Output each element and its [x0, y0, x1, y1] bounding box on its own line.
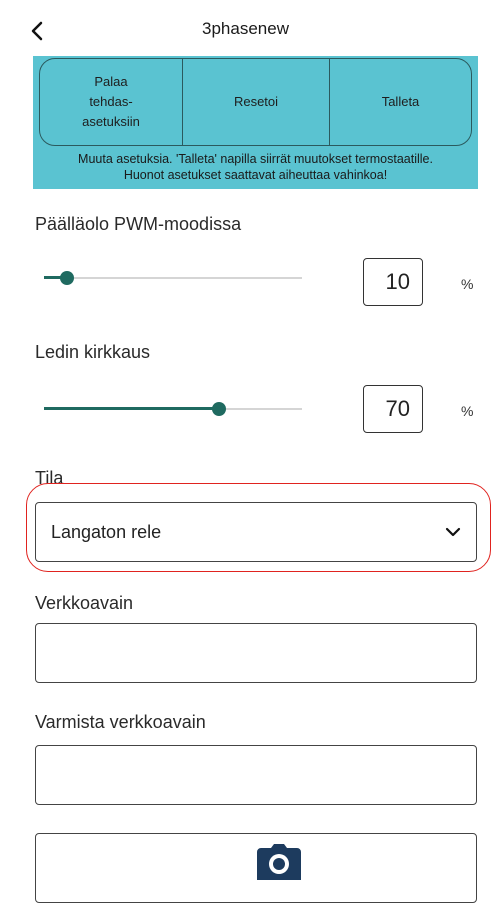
pwm-slider-track: [44, 277, 302, 279]
save-button-label: Talleta: [381, 94, 420, 109]
pwm-value: 10: [385, 269, 410, 294]
led-slider[interactable]: [44, 394, 302, 424]
mode-select[interactable]: Langaton rele: [35, 502, 477, 562]
led-label: Ledin kirkkaus: [35, 342, 151, 362]
warning-text: Muuta asetuksia. 'Talleta' napilla siirr…: [33, 151, 478, 183]
network-key-label: Verkkoavain: [35, 593, 134, 613]
action-button-group: Palaa tehdas- asetuksiin Resetoi Talleta: [39, 58, 472, 146]
mode-selected-value: Langaton rele: [51, 522, 162, 542]
network-key-input[interactable]: [36, 624, 476, 682]
led-value: 70: [385, 396, 410, 421]
factory-reset-label-line3: asetuksiin: [82, 114, 140, 129]
pwm-label: Päälläolo PWM-moodissa: [35, 214, 242, 234]
pwm-slider[interactable]: [44, 263, 302, 293]
confirm-key-label: Varmista verkkoavain: [35, 712, 206, 732]
led-unit: %: [461, 403, 474, 419]
warning-line-1: Muuta asetuksia. 'Talleta' napilla siirr…: [78, 152, 433, 166]
camera-icon: [257, 844, 301, 880]
mode-label: Tila: [35, 468, 64, 488]
led-value-field[interactable]: 70: [363, 385, 423, 433]
confirm-key-input[interactable]: [36, 746, 476, 804]
reset-button-label: Resetoi: [233, 94, 279, 109]
warning-line-2: Huonot asetukset saattavat aiheuttaa vah…: [123, 168, 388, 182]
confirm-key-field[interactable]: [35, 745, 477, 805]
save-button[interactable]: Talleta: [330, 59, 471, 145]
reset-button[interactable]: Resetoi: [183, 59, 330, 145]
pwm-slider-thumb[interactable]: [60, 271, 74, 285]
chevron-down-icon: [445, 527, 461, 537]
factory-reset-label-line1: Palaa: [94, 74, 128, 89]
pwm-unit: %: [461, 276, 474, 292]
pwm-value-field[interactable]: 10: [363, 258, 423, 306]
led-slider-fill: [44, 407, 219, 410]
factory-reset-label-line2: tehdas-: [89, 94, 133, 109]
network-key-field[interactable]: [35, 623, 477, 683]
action-panel: Palaa tehdas- asetuksiin Resetoi Talleta…: [33, 56, 478, 189]
page-title: 3phasenew: [202, 19, 289, 38]
led-slider-thumb[interactable]: [212, 402, 226, 416]
factory-reset-button[interactable]: Palaa tehdas- asetuksiin: [40, 59, 183, 145]
